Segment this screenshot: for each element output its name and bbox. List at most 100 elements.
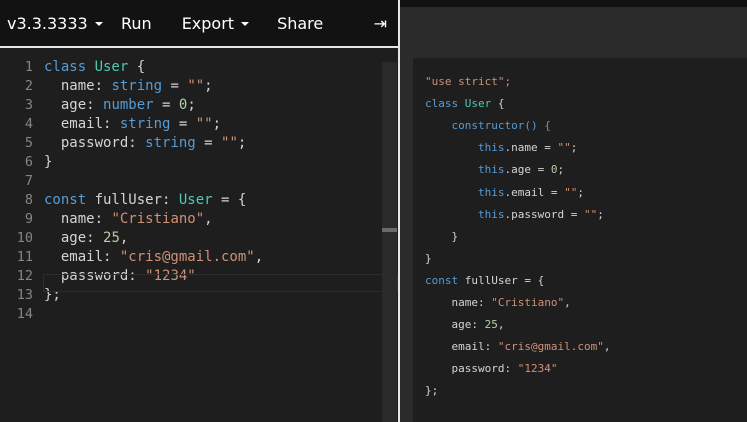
- code-token: .age =: [504, 163, 551, 177]
- line-number: 8: [24, 192, 33, 208]
- code-token: "use strict";: [425, 75, 512, 88]
- code-line: name: "Cristiano",: [44, 210, 213, 229]
- output-line: "use strict";: [425, 71, 511, 93]
- code-token: ,: [204, 211, 213, 227]
- code-token: const: [425, 273, 465, 287]
- code-token: const: [44, 192, 95, 208]
- share-label: Share: [277, 13, 324, 33]
- code-token: ,: [564, 296, 571, 309]
- code-token: "": [564, 185, 578, 199]
- code-token: string: [145, 135, 196, 151]
- output-line: constructor() {: [425, 115, 551, 137]
- code-token: name:: [44, 78, 112, 94]
- code-token: }: [44, 154, 53, 170]
- js-output: "use strict"; class User { constructor() …: [413, 58, 747, 422]
- code-token: User: [178, 192, 213, 208]
- line-number: 13: [16, 287, 33, 303]
- code-token: =: [195, 135, 222, 151]
- editor-scrollbar[interactable]: [382, 62, 397, 422]
- code-token: email:: [44, 116, 120, 132]
- version-dropdown[interactable]: v3.3.3333: [0, 0, 103, 47]
- code-token: "": [583, 207, 598, 221]
- code-token: "Cristiano": [491, 296, 565, 309]
- code-token: ;: [187, 97, 196, 113]
- line-number: 14: [16, 306, 33, 322]
- code-token: =: [170, 116, 196, 132]
- code-token: .name =: [504, 141, 558, 155]
- line-number: 5: [24, 135, 33, 151]
- code-token: 25: [484, 318, 498, 332]
- output-line: }: [425, 226, 458, 248]
- output-line: this.name = "";: [425, 137, 577, 159]
- code-token: constructor() {: [425, 119, 551, 133]
- output-line: class User {: [425, 93, 505, 115]
- code-token: age:: [44, 230, 104, 246]
- code-token: .email =: [504, 185, 565, 199]
- code-editor[interactable]: 1 2 3 4 5 6 7 8 9 10 11 12 13 14 class User { name: s…: [0, 50, 398, 422]
- chevron-down-icon: [241, 21, 250, 26]
- output-line: age: 25,: [425, 314, 504, 336]
- line-number: 9: [24, 211, 33, 227]
- output-line: const fullUser = {: [425, 270, 544, 292]
- code-lines[interactable]: class User { name: string = ""; age: num…: [38, 50, 382, 422]
- code-token: ;: [557, 163, 565, 177]
- code-token: {: [491, 97, 505, 111]
- code-line: }: [44, 153, 52, 172]
- code-token: 25: [103, 230, 120, 246]
- line-number: 7: [24, 173, 33, 189]
- code-token: email:: [44, 249, 120, 265]
- output-line: password: "1234": [425, 358, 557, 380]
- code-line: age: 25,: [44, 229, 128, 248]
- scrollbar-thumb[interactable]: [382, 228, 397, 232]
- code-token: ,: [254, 249, 264, 265]
- line-number: 11: [16, 249, 33, 265]
- code-token: "cris@gmail.com": [497, 340, 604, 354]
- code-token: ;: [204, 78, 213, 94]
- code-token: ,: [497, 318, 505, 332]
- toolbar: v3.3.3333 Run Export Share ⇥: [0, 0, 398, 48]
- export-label: Export: [181, 13, 235, 33]
- code-token: string: [119, 116, 171, 132]
- line-number: 1: [24, 59, 33, 75]
- collapse-panel-icon[interactable]: ⇥: [374, 14, 387, 33]
- code-token: password:: [425, 362, 518, 376]
- run-button[interactable]: Run: [121, 0, 152, 47]
- current-line-highlight: [43, 274, 398, 292]
- code-token: this: [425, 141, 505, 155]
- code-token: {: [128, 59, 146, 75]
- share-button[interactable]: Share: [277, 0, 323, 47]
- code-token: fullUser:: [94, 192, 179, 208]
- code-line: const fullUser: User = {: [44, 191, 246, 210]
- code-line: class User {: [44, 58, 145, 77]
- line-number: 4: [24, 116, 33, 132]
- playground-window: v3.3.3333 Run Export Share ⇥ 1 2 3 4 5 6 7 8 9 10…: [0, 0, 747, 422]
- code-line: age: number = 0;: [44, 96, 196, 115]
- export-dropdown[interactable]: Export: [181, 0, 250, 47]
- code-token: User: [464, 97, 492, 111]
- code-line: name: string = "";: [44, 77, 213, 96]
- code-token: =: [153, 97, 179, 113]
- code-token: ,: [603, 340, 611, 354]
- code-token: password:: [44, 135, 146, 151]
- code-token: this: [425, 185, 505, 199]
- code-token: ;: [237, 135, 247, 151]
- code-token: "cris@gmail.com": [119, 249, 255, 265]
- code-token: ;: [570, 141, 578, 155]
- code-token: "Cristiano": [111, 211, 205, 227]
- code-token: .password =: [504, 207, 584, 221]
- line-number: 2: [24, 78, 33, 94]
- code-token: name:: [44, 211, 112, 227]
- editor-pane: v3.3.3333 Run Export Share ⇥ 1 2 3 4 5 6 7 8 9 10…: [0, 0, 398, 422]
- output-line: this.email = "";: [425, 182, 584, 204]
- code-token: ;: [577, 185, 584, 199]
- output-line: };: [425, 380, 438, 402]
- code-token: "": [557, 141, 571, 155]
- line-number: 3: [24, 97, 33, 113]
- line-number: 10: [16, 230, 33, 246]
- code-token: "1234": [517, 362, 558, 376]
- output-pane: "use strict"; class User { constructor() …: [400, 0, 747, 422]
- code-token: }: [425, 251, 432, 265]
- output-line: this.password = "";: [425, 204, 604, 226]
- line-number: 12: [16, 268, 33, 284]
- code-token: ,: [119, 230, 129, 246]
